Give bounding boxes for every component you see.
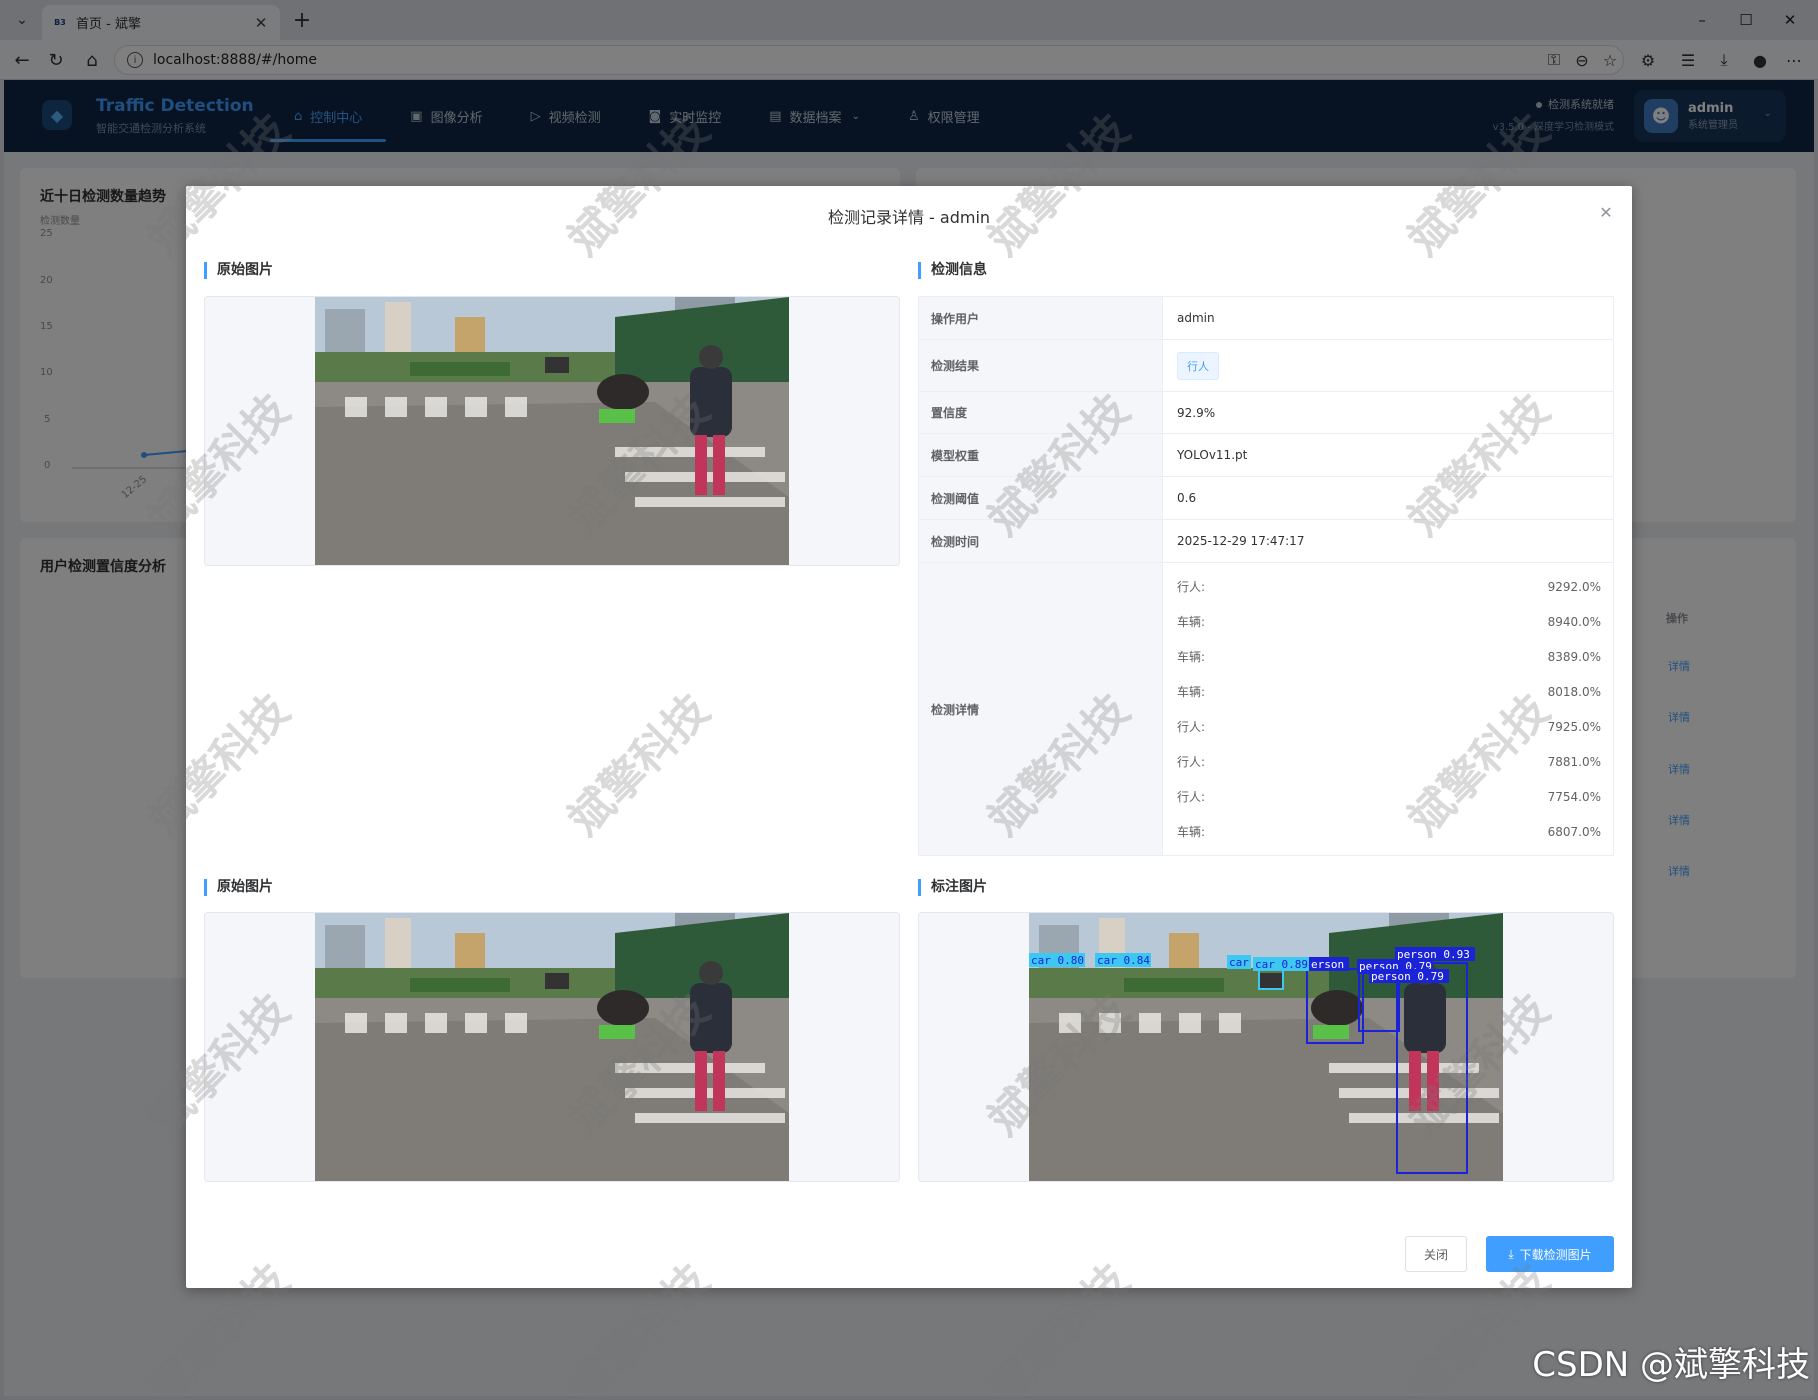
table-row: 置信度 92.9% — [919, 392, 1613, 434]
field-value: 2025-12-29 17:47:17 — [1177, 534, 1305, 548]
original-photo — [315, 297, 789, 565]
annotation-label: erson — [1311, 958, 1344, 971]
dialog-title: 检测记录详情 - admin — [827, 208, 991, 227]
csdn-watermark: CSDN @斌擎科技 — [1532, 1345, 1810, 1385]
table-row: 检测阈值 0.6 — [919, 477, 1613, 520]
close-button[interactable]: 关闭 — [1405, 1236, 1467, 1272]
annotation-label: car — [1229, 956, 1249, 969]
field-value: 行人 — [1163, 340, 1613, 391]
annotation-label: car 0.84 — [1097, 954, 1150, 967]
field-label: 检测详情 — [919, 563, 1163, 855]
list-item: 行人: 7881.0% — [1177, 754, 1601, 770]
detection-info-table: 操作用户 admin 检测结果 行人 置信度 92.9% 模型权重 YOLOv1… — [918, 296, 1614, 856]
detection-detail-dialog: 检测记录详情 - admin ✕ 原始图片 检测信息 操作用户 admin 检测… — [186, 186, 1632, 1288]
list-item: 车辆: 6807.0% — [1177, 824, 1601, 840]
annotation-label: car 0.80 — [1031, 954, 1084, 967]
table-row: 检测时间 2025-12-29 17:47:17 — [919, 520, 1613, 563]
original-image-title: 原始图片 — [204, 262, 273, 279]
field-label: 检测阈值 — [919, 477, 1163, 519]
table-row: 模型权重 YOLOv11.pt — [919, 434, 1613, 477]
list-item: 车辆: 8018.0% — [1177, 684, 1601, 700]
close-icon[interactable]: ✕ — [1596, 202, 1616, 222]
download-icon: ⤓ — [1508, 1246, 1514, 1261]
original-image-box-2 — [204, 912, 900, 1182]
list-item: 车辆: 8940.0% — [1177, 614, 1601, 630]
table-row: 检测详情 行人: 9292.0% 车辆: 8940.0% 车辆: 8389.0% 车辆… — [919, 563, 1613, 855]
annotation-label: person 0.79 — [1371, 970, 1444, 983]
field-value: YOLOv11.pt — [1177, 448, 1248, 462]
info-title: 检测信息 — [918, 262, 987, 279]
field-value: admin — [1177, 311, 1215, 325]
field-label: 模型权重 — [919, 434, 1163, 476]
field-label: 检测时间 — [919, 520, 1163, 562]
download-image-button[interactable]: ⤓ 下载检测图片 — [1486, 1236, 1614, 1272]
annotated-photo: car 0.80 car 0.84 car car 0.89 erson per… — [1029, 913, 1503, 1181]
detection-details-list: 行人: 9292.0% 车辆: 8940.0% 车辆: 8389.0% 车辆: 8018… — [1163, 563, 1613, 855]
list-item: 行人: 7754.0% — [1177, 789, 1601, 805]
table-row: 检测结果 行人 — [919, 340, 1613, 392]
original-photo-2 — [315, 913, 789, 1181]
table-row: 操作用户 admin — [919, 297, 1613, 340]
field-label: 检测结果 — [919, 340, 1163, 391]
field-label: 操作用户 — [919, 297, 1163, 339]
list-item: 车辆: 8389.0% — [1177, 649, 1601, 665]
field-value: 0.6 — [1177, 491, 1197, 505]
original-image-title-2: 原始图片 — [204, 879, 273, 896]
field-label: 置信度 — [919, 392, 1163, 433]
annotated-image-box: car 0.80 car 0.84 car car 0.89 erson per… — [918, 912, 1614, 1182]
original-image-box — [204, 296, 900, 566]
list-item: 行人: 7925.0% — [1177, 719, 1601, 735]
annotation-label: car 0.89 — [1255, 958, 1308, 971]
annotated-image-title: 标注图片 — [918, 879, 987, 896]
list-item: 行人: 9292.0% — [1177, 579, 1601, 595]
annotation-label: person 0.93 — [1397, 948, 1470, 961]
result-tag: 行人 — [1177, 351, 1219, 380]
field-value: 92.9% — [1177, 405, 1216, 420]
